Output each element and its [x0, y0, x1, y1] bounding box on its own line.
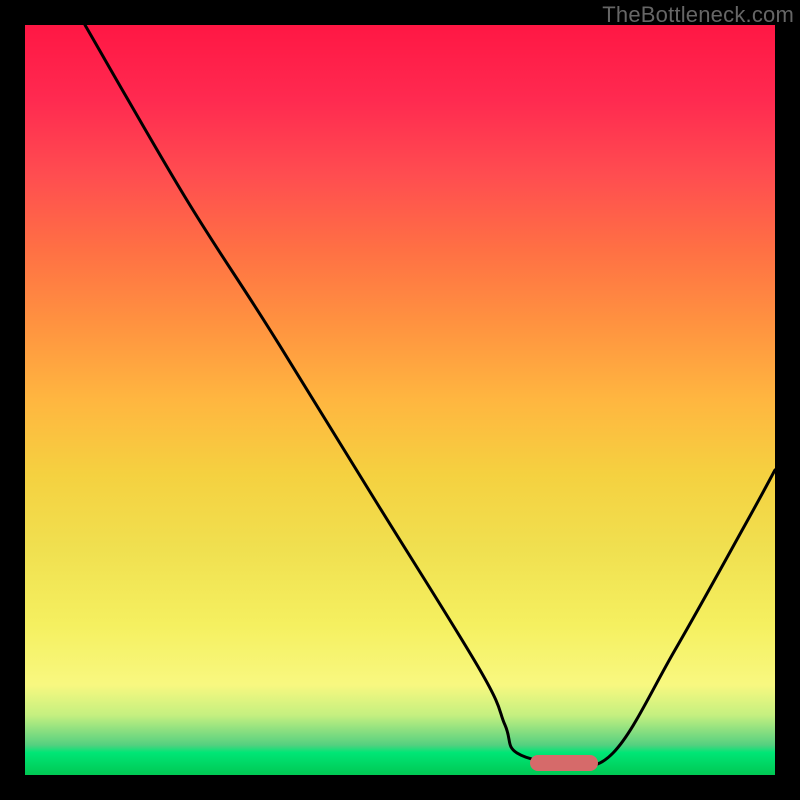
heat-gradient-background	[25, 25, 775, 775]
optimal-range-marker	[530, 755, 598, 771]
chart-area	[25, 25, 775, 775]
watermark-text: TheBottleneck.com	[602, 2, 794, 28]
